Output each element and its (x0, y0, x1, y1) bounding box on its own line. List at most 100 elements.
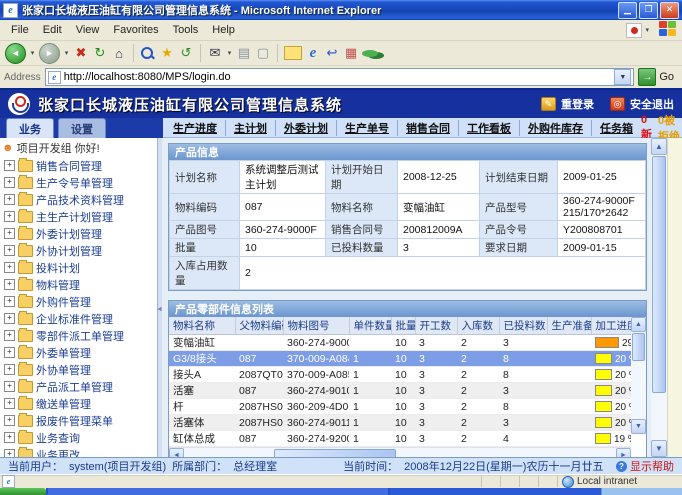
tab-settings[interactable]: 设置 (58, 118, 106, 138)
sidebar-item-13[interactable]: +产品派工单管理 (0, 378, 157, 395)
address-dropdown-icon[interactable]: ▼ (614, 69, 631, 85)
messenger-icon[interactable] (362, 50, 378, 57)
go-button[interactable]: → Go (638, 68, 678, 86)
search-icon[interactable] (140, 46, 156, 61)
home-icon[interactable]: ⌂ (111, 43, 127, 63)
parts-table-row[interactable]: 活塞体2087HS002360-274-9011W11032320 % (169, 415, 631, 431)
parts-column-header[interactable]: 加工进度 (591, 317, 631, 335)
nav-item-6[interactable]: 外购件库存 (528, 120, 592, 136)
address-input[interactable] (64, 71, 612, 83)
mail-caret-icon[interactable]: ▾ (226, 43, 233, 63)
forward-caret-icon[interactable]: ▾ (63, 43, 70, 63)
sidebar-item-1[interactable]: +生产令号单管理 (0, 174, 157, 191)
parts-table-row[interactable]: G3/8接头087370-009-A084011032820 % (169, 351, 631, 367)
scroll-thumb[interactable] (652, 156, 666, 393)
parts-table-row[interactable]: 活塞087360-274-9010F11032320 % (169, 383, 631, 399)
menu-item-4[interactable]: Tools (166, 22, 206, 38)
nav-item-4[interactable]: 销售合同 (406, 120, 459, 136)
scroll-thumb[interactable] (274, 449, 396, 457)
scroll-up-icon[interactable]: ▲ (651, 138, 667, 155)
sidebar-item-9[interactable]: +企业标准件管理 (0, 310, 157, 327)
menu-item-0[interactable]: File (4, 22, 36, 38)
parts-column-header[interactable]: 单件数量 (349, 317, 391, 335)
sidebar-item-12[interactable]: +外协单管理 (0, 361, 157, 378)
nav-item-3[interactable]: 生产单号 (345, 120, 398, 136)
menu-item-2[interactable]: View (69, 22, 107, 38)
nav-item-1[interactable]: 主计划 (234, 120, 276, 136)
movie-icon[interactable]: ▦ (343, 43, 359, 63)
parts-horizontal-scrollbar[interactable]: ◄ ► (169, 447, 631, 457)
pdf-caret-icon[interactable]: ▾ (645, 26, 649, 34)
expand-icon[interactable]: + (4, 313, 15, 324)
parts-column-header[interactable]: 批量 (391, 317, 415, 335)
maximize-button[interactable]: ❐ (639, 2, 658, 19)
mail-icon[interactable]: ✉ (207, 43, 223, 63)
expand-icon[interactable]: + (4, 194, 15, 205)
expand-icon[interactable]: + (4, 364, 15, 375)
sidebar-item-0[interactable]: +销售合同管理 (0, 157, 157, 174)
splitter-collapse-icon[interactable]: ◄ (156, 306, 163, 313)
start-button[interactable] (0, 488, 46, 495)
sidebar-item-15[interactable]: +报废件管理菜单 (0, 412, 157, 429)
expand-icon[interactable]: + (4, 381, 15, 392)
edit-icon[interactable]: ▢ (255, 43, 271, 63)
expand-icon[interactable]: + (4, 347, 15, 358)
back-caret-icon[interactable]: ▾ (29, 43, 36, 63)
adobe-pdf-icon[interactable] (626, 23, 642, 38)
refresh-icon[interactable]: ↻ (92, 43, 108, 63)
scroll-up-icon[interactable]: ▲ (631, 317, 646, 332)
scroll-right-icon[interactable]: ► (616, 448, 631, 457)
stop-icon[interactable]: ✖ (73, 43, 89, 63)
expand-icon[interactable]: + (4, 245, 15, 256)
parts-column-header[interactable]: 物料图号 (283, 317, 349, 335)
parts-column-header[interactable]: 生产准备 (547, 317, 591, 335)
windows-taskbar[interactable] (0, 488, 682, 495)
sidebar-item-14[interactable]: +缴送单管理 (0, 395, 157, 412)
parts-table-row[interactable]: 变幅油缸360-274-9000F1032329 % (169, 335, 631, 351)
parts-column-header[interactable]: 父物料编码 (235, 317, 283, 335)
expand-icon[interactable]: + (4, 398, 15, 409)
show-help-link[interactable]: ? 显示帮助 (616, 458, 674, 474)
ie-icon[interactable]: e (305, 43, 321, 63)
expand-icon[interactable]: + (4, 228, 15, 239)
print-icon[interactable]: ▤ (236, 43, 252, 63)
logout-button[interactable]: ◎ 安全退出 (610, 96, 674, 112)
page-vertical-scrollbar[interactable]: ▲ ▼ (651, 138, 667, 457)
expand-icon[interactable]: + (4, 262, 15, 273)
sidebar-item-17[interactable]: +业务更改 (0, 446, 157, 457)
expand-icon[interactable]: + (4, 432, 15, 443)
history-icon[interactable]: ↺ (178, 43, 194, 63)
menu-item-1[interactable]: Edit (36, 22, 69, 38)
expand-icon[interactable]: + (4, 296, 15, 307)
parts-table-row[interactable]: 杆2087HS002360-209-4D01011032820 % (169, 399, 631, 415)
back-icon[interactable]: ◄ (5, 43, 26, 64)
sidebar-item-2[interactable]: +产品技术资料管理 (0, 191, 157, 208)
nav-item-2[interactable]: 外委计划 (284, 120, 337, 136)
tab-business[interactable]: 业务 (6, 118, 54, 138)
menu-item-5[interactable]: Help (205, 22, 242, 38)
scroll-down-icon[interactable]: ▼ (651, 440, 667, 457)
nav-item-5[interactable]: 工作看板 (467, 120, 520, 136)
expand-icon[interactable]: + (4, 415, 15, 426)
scroll-thumb[interactable] (632, 333, 645, 361)
expand-icon[interactable]: + (4, 160, 15, 171)
menu-item-3[interactable]: Favorites (106, 22, 165, 38)
parts-column-header[interactable]: 物料名称 (169, 317, 235, 335)
nav-item-7[interactable]: 任务箱 (600, 120, 633, 136)
expand-icon[interactable]: + (4, 449, 15, 457)
scroll-down-icon[interactable]: ▼ (631, 419, 646, 434)
relogin-button[interactable]: ✎ 重登录 (541, 96, 594, 112)
parts-vertical-scrollbar[interactable]: ▲ ▼ (631, 317, 646, 434)
expand-icon[interactable]: + (4, 211, 15, 222)
sidebar-item-11[interactable]: +外委单管理 (0, 344, 157, 361)
address-field[interactable]: e ▼ (45, 68, 635, 86)
sidebar-item-16[interactable]: +业务查询 (0, 429, 157, 446)
expand-icon[interactable]: + (4, 330, 15, 341)
expand-icon[interactable]: + (4, 177, 15, 188)
sidebar-item-3[interactable]: +主生产计划管理 (0, 208, 157, 225)
parts-table-row[interactable]: 缸体总成087360-274-9200F11032419 % (169, 431, 631, 447)
expand-icon[interactable]: + (4, 279, 15, 290)
sidebar-item-5[interactable]: +外协计划管理 (0, 242, 157, 259)
parts-column-header[interactable]: 开工数 (415, 317, 457, 335)
forward-icon[interactable]: ► (39, 43, 60, 64)
